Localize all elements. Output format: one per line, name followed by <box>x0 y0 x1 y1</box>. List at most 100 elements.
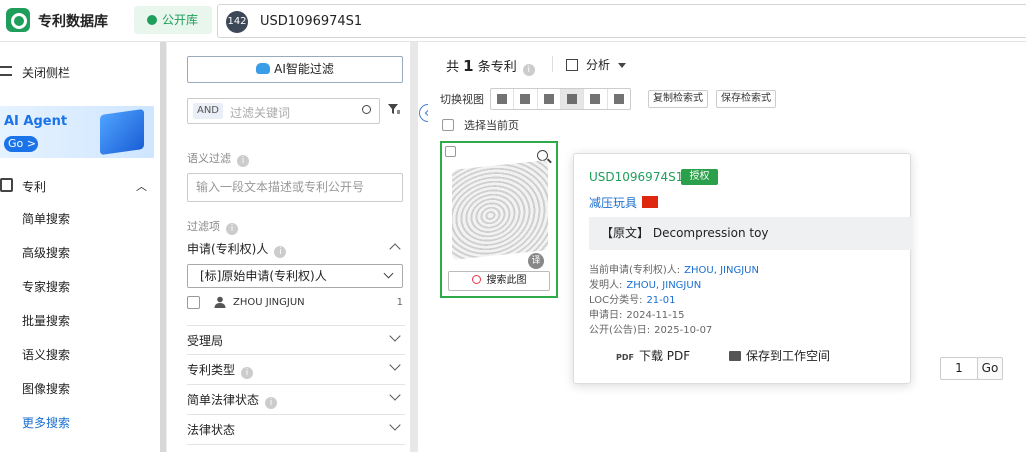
keyword-filter-input[interactable]: AND 过滤关键词 <box>187 98 380 124</box>
filter-funnel-icon[interactable] <box>387 102 401 116</box>
collapse-sidebar-button[interactable]: 关闭侧栏 <box>0 64 160 80</box>
original-label: 【原文】 <box>601 226 650 240</box>
public-db-tab[interactable]: 公开库 <box>134 6 212 34</box>
chart-view-icon[interactable] <box>608 89 630 109</box>
patent-preview-popup: USD1096974S1 授权 减压玩具 【原文】 Decompression … <box>573 153 913 384</box>
analysis-menu[interactable]: 分析 <box>566 56 627 73</box>
page-number-input[interactable]: 1 <box>940 357 978 380</box>
search-icon[interactable] <box>362 105 371 114</box>
filter-section-legal-status[interactable]: 法律状态 <box>187 415 405 445</box>
result-count-badge: 142 <box>226 11 248 33</box>
save-expression-button[interactable]: 保存检索式 <box>716 90 776 108</box>
caret-down-icon <box>618 63 627 68</box>
image-view-icon[interactable] <box>538 89 561 109</box>
applicant-type-select[interactable]: [标]原始申请(专利权)人 <box>187 264 403 288</box>
semantic-filter-text: 语义过滤 <box>187 152 231 165</box>
semantic-filter-input[interactable]: 输入一段文本描述或专利公开号 <box>187 173 403 202</box>
patent-card[interactable]: 译 搜索此图 <box>440 141 558 298</box>
select-page-checkbox[interactable] <box>442 119 454 131</box>
download-pdf-label: 下载 PDF <box>638 349 691 363</box>
info-icon[interactable]: i <box>522 64 535 76</box>
pub-date-value: 2025-10-07 <box>654 325 713 336</box>
detail-view-icon[interactable] <box>514 89 538 109</box>
inventor-value[interactable]: ZHOU, JINGJUN <box>626 280 701 291</box>
applicant-option[interactable]: ZHOU JINGJUN 1 <box>187 296 403 314</box>
ai-filter-button[interactable]: AI智能过滤 <box>187 56 403 83</box>
current-applicant-value[interactable]: ZHOU, JINGJUN <box>684 265 759 276</box>
app-title: 专利数据库 <box>38 14 108 30</box>
ai-agent-go-button[interactable]: Go > <box>4 136 38 152</box>
count-value: 1 <box>463 57 474 75</box>
applicant-checkbox[interactable] <box>187 296 200 309</box>
zoom-in-icon[interactable] <box>537 150 548 161</box>
original-title: Decompression toy <box>652 226 769 240</box>
and-operator-badge[interactable]: AND <box>193 103 223 119</box>
patent-thumbnail[interactable] <box>452 159 548 261</box>
filter-section-patent-type-label: 专利类型 i <box>187 361 254 379</box>
grid-view-icon[interactable] <box>560 89 585 109</box>
inventor-label: 发明人: <box>589 280 623 291</box>
filter-section-applicant[interactable]: 申请(专利权)人 i <box>187 234 405 264</box>
sidebar-item-advanced-search[interactable]: 高级搜索 <box>22 244 70 261</box>
info-icon[interactable]: i <box>274 246 287 258</box>
count-prefix: 共 <box>446 60 460 75</box>
view-switch-label: 切换视图 <box>440 93 484 106</box>
chevron-down-icon <box>389 330 401 342</box>
sidebar-item-batch-search[interactable]: 批量搜索 <box>22 312 70 329</box>
info-icon[interactable]: i <box>237 155 249 167</box>
current-applicant-row: 当前申请(专利权)人: ZHOU, JINGJUN <box>589 261 759 276</box>
ai-cube-icon <box>100 108 144 156</box>
original-title-box: 【原文】 Decompression toy <box>589 217 913 250</box>
card-checkbox[interactable] <box>445 146 456 157</box>
china-flag-icon <box>642 196 658 208</box>
compare-view-icon[interactable] <box>584 89 608 109</box>
filter-section-legal-simple-label: 简单法律状态 i <box>187 391 278 409</box>
ai-agent-title: AI Agent <box>4 114 68 129</box>
filter-section-legal-label: 法律状态 <box>187 423 236 437</box>
image-search-icon <box>471 275 481 284</box>
publication-number[interactable]: USD1096974S1 <box>589 170 683 184</box>
filter-section-office[interactable]: 受理局 <box>187 325 405 355</box>
chevron-down-icon <box>389 359 401 371</box>
ai-agent-banner[interactable]: AI Agent Go > <box>0 106 154 158</box>
legal-simple-text: 简单法律状态 <box>187 393 260 407</box>
sidebar-item-semantic-search[interactable]: 语义搜索 <box>22 346 70 363</box>
applicant-section-text: 申请(专利权)人 <box>187 242 269 256</box>
count-suffix: 条专利 <box>477 60 517 75</box>
keyword-placeholder: 过滤关键词 <box>230 106 291 120</box>
loc-value[interactable]: 21-01 <box>646 295 675 306</box>
translate-badge[interactable]: 译 <box>528 253 544 269</box>
sidebar-item-image-search[interactable]: 图像搜索 <box>22 380 70 397</box>
sidebar-item-more-search[interactable]: 更多搜索 <box>22 414 70 431</box>
info-icon[interactable]: i <box>241 367 254 379</box>
download-pdf-button[interactable]: PDF 下载 PDF <box>616 347 690 364</box>
sidebar-item-expert-search[interactable]: 专家搜索 <box>22 278 70 295</box>
filter-panel-scrollbar[interactable] <box>410 42 418 452</box>
filter-section-applicant-label: 申请(专利权)人 i <box>187 240 287 258</box>
result-count: 共 1 条专利 i <box>446 56 535 76</box>
globe-icon <box>147 15 157 25</box>
select-page-option[interactable]: 选择当前页 <box>442 117 519 133</box>
pdf-icon: PDF <box>616 353 634 362</box>
filter-section-legal-status-simple[interactable]: 简单法律状态 i <box>187 385 405 415</box>
top-bar: 专利数据库 公开库 142 USD1096974S1 <box>0 0 1026 42</box>
semantic-filter-label: 语义过滤 i <box>187 150 249 167</box>
sidebar-item-simple-search[interactable]: 简单搜索 <box>22 210 70 227</box>
info-icon[interactable]: i <box>265 397 278 409</box>
robot-icon <box>256 63 271 74</box>
patent-title[interactable]: 减压玩具 <box>589 194 637 211</box>
chevron-down-icon <box>389 419 401 431</box>
filing-date-label: 申请日: <box>589 310 623 321</box>
search-query[interactable]: USD1096974S1 <box>260 14 362 29</box>
search-this-image-button[interactable]: 搜索此图 <box>448 271 550 291</box>
bar-chart-icon <box>566 59 578 71</box>
save-to-workspace-button[interactable]: 保存到工作空间 <box>729 347 830 364</box>
chevron-up-icon: ︿ <box>136 180 147 193</box>
go-button[interactable]: Go <box>977 357 1003 380</box>
copy-expression-button[interactable]: 复制检索式 <box>648 90 708 108</box>
search-bar[interactable]: 142 USD1096974S1 <box>217 4 1026 38</box>
chevron-down-icon <box>383 268 394 279</box>
filter-section-patent-type[interactable]: 专利类型 i <box>187 355 405 385</box>
sidebar-section-patent[interactable]: 专利 ︿ <box>0 178 160 194</box>
list-view-icon[interactable] <box>491 89 515 109</box>
